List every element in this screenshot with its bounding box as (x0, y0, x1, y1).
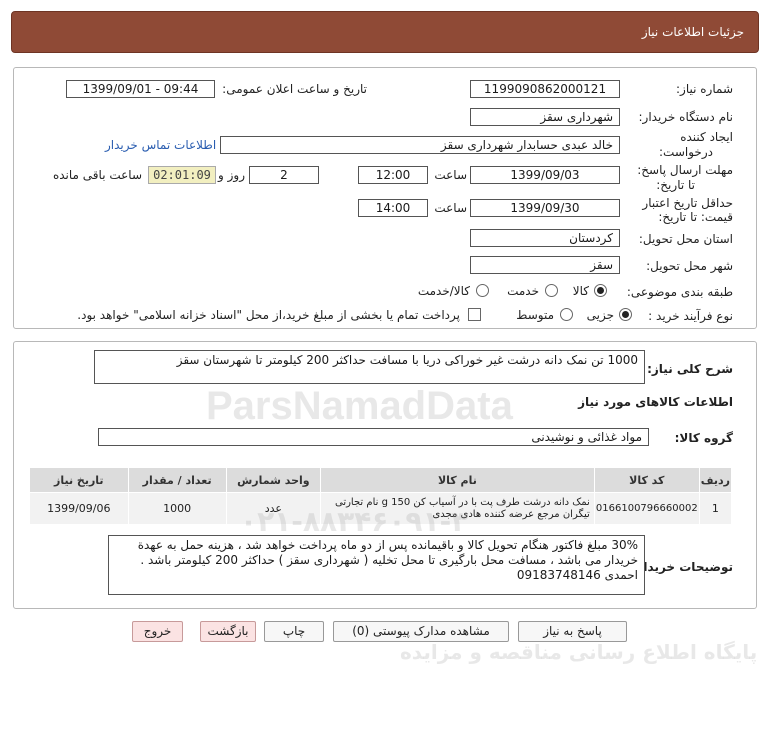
table-header-row: ردیف کد کالا نام کالا واحد شمارش تعداد /… (29, 467, 733, 493)
reply-deadline-label-2: تا تاریخ: (656, 178, 695, 192)
category-option-goods: کالا (572, 284, 589, 298)
buyer-notes-label: توضیحات خریدار: (631, 560, 733, 574)
goods-info-title: اطلاعات کالاهای مورد نیاز (578, 395, 733, 409)
cell-name: نمک دانه درشت طرف پت با در آسیاب کن 150 … (320, 492, 595, 525)
category-label: طبقه بندی موضوعی: (626, 285, 733, 299)
reply-time-label: ساعت (434, 168, 467, 182)
page-header: جزئیات اطلاعات نیاز (11, 11, 759, 53)
validity-label-2: قیمت: تا تاریخ: (658, 210, 733, 224)
announce-label: تاریخ و ساعت اعلان عمومی: (222, 82, 367, 96)
summary-label: شرح کلی نیاز: (647, 362, 733, 376)
reply-date-field: 1399/09/03 (470, 166, 620, 184)
buyer-org-label: نام دستگاه خریدار: (638, 110, 734, 124)
category-radio-goods-service[interactable] (476, 284, 489, 297)
validity-time-label: ساعت (434, 201, 467, 215)
treasury-payment-checkbox[interactable] (468, 308, 481, 321)
purchase-option-medium: متوسط (516, 308, 554, 322)
purchase-type-label: نوع فرآیند خرید : (648, 309, 733, 323)
back-button[interactable]: بازگشت (200, 621, 256, 642)
col-row: ردیف (698, 467, 733, 493)
need-number-label: شماره نیاز: (676, 82, 733, 96)
cell-code: 0166100796660002 (593, 492, 700, 525)
remaining-time-label: ساعت باقی مانده (52, 168, 142, 182)
city-label: شهر محل تحویل: (646, 259, 733, 273)
city-field: سقز (470, 256, 620, 274)
cell-unit: عدد (225, 492, 322, 525)
goods-table: ردیف کد کالا نام کالا واحد شمارش تعداد /… (29, 467, 733, 525)
cell-qty: 1000 (127, 492, 227, 525)
exit-button[interactable]: خروج (132, 621, 183, 642)
treasury-payment-note: پرداخت تمام یا بخشی از مبلغ خرید،از محل … (77, 308, 460, 322)
goods-group-field: مواد غذائی و نوشیدنی (98, 428, 649, 446)
col-name: نام کالا (320, 467, 595, 493)
days-label: روز و (218, 168, 245, 182)
reply-button[interactable]: پاسخ به نیاز (518, 621, 627, 642)
reply-time-field: 12:00 (358, 166, 428, 184)
col-date: تاریخ نیاز (29, 467, 129, 493)
watermark-line1: پایگاه اطلاع رسانی مناقصه و مزایده (400, 640, 758, 664)
cell-row: 1 (698, 492, 733, 525)
buyer-org-field: شهرداری سقز (470, 108, 620, 126)
reply-deadline-label-1: مهلت ارسال پاسخ: (637, 163, 733, 177)
category-option-service: خدمت (507, 284, 539, 298)
buyer-notes-field: 30% مبلغ فاکتور هنگام تحویل کالا و باقیم… (108, 535, 645, 595)
need-number-field: 1199090862000121 (470, 80, 620, 98)
attachments-button[interactable]: مشاهده مدارک پیوستی (0) (333, 621, 509, 642)
creator-label-2: درخواست: (659, 145, 713, 159)
announce-field: 1399/09/01 - 09:44 (66, 80, 215, 98)
goods-group-label: گروه کالا: (674, 431, 733, 445)
page-title: جزئیات اطلاعات نیاز (641, 25, 744, 39)
col-unit: واحد شمارش (225, 467, 322, 493)
category-radio-goods[interactable] (594, 284, 607, 297)
days-remaining-field: 2 (249, 166, 319, 184)
purchase-radio-minor[interactable] (619, 308, 632, 321)
table-row: 1 0166100796660002 نمک دانه درشت طرف پت … (29, 492, 733, 525)
validity-time-field: 14:00 (358, 199, 428, 217)
creator-label-1: ایجاد کننده (680, 130, 733, 144)
purchase-option-minor: جزیی (586, 308, 614, 322)
validity-date-field: 1399/09/30 (470, 199, 620, 217)
col-code: کد کالا (593, 467, 700, 493)
province-field: کردستان (470, 229, 620, 247)
cell-date: 1399/09/06 (29, 492, 129, 525)
province-label: استان محل تحویل: (638, 232, 733, 246)
validity-label-1: حداقل تاریخ اعتبار (642, 196, 733, 210)
print-button[interactable]: چاپ (264, 621, 324, 642)
remaining-time-counter: 02:01:09 (148, 166, 216, 184)
category-option-goods-service: کالا/خدمت (417, 284, 470, 298)
purchase-radio-medium[interactable] (560, 308, 573, 321)
category-radio-service[interactable] (545, 284, 558, 297)
contact-buyer-link[interactable]: اطلاعات تماس خریدار (105, 138, 216, 152)
creator-field: خالد عبدی حسابدار شهرداری سقز (220, 136, 620, 154)
summary-field: 1000 تن نمک دانه درشت غیر خوراکی دریا با… (94, 350, 645, 384)
col-qty: تعداد / مقدار (127, 467, 227, 493)
